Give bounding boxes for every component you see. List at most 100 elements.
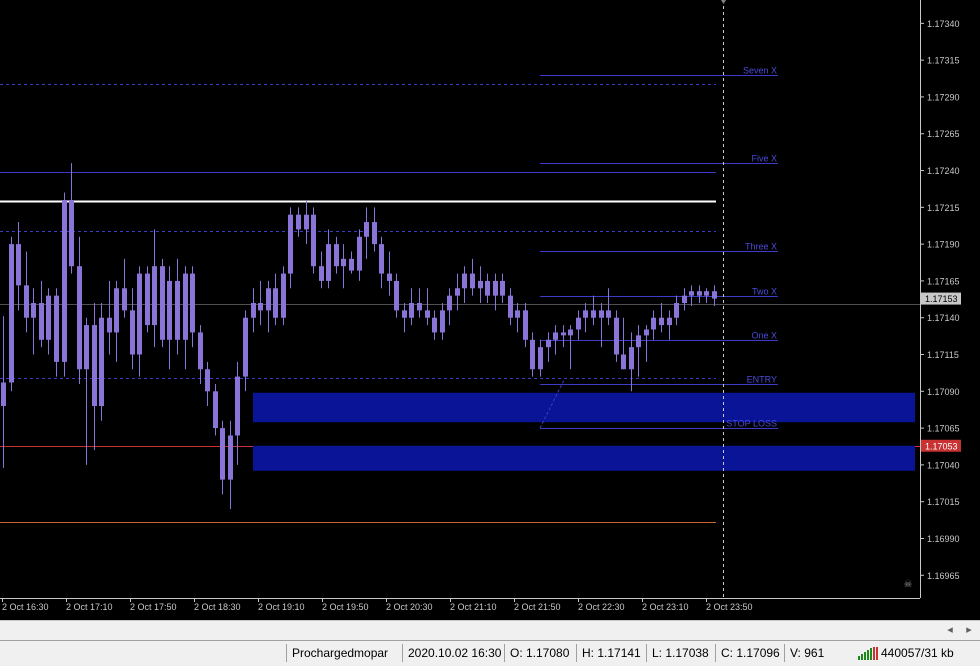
candle-body — [122, 288, 127, 311]
candle-body — [682, 295, 687, 303]
candle-body — [266, 288, 271, 311]
candle-body — [326, 244, 331, 281]
candle-body — [387, 273, 392, 281]
status-open: O: 1.17080 — [504, 644, 576, 662]
candle-body — [152, 266, 157, 326]
zone-rect[interactable] — [253, 392, 915, 423]
candle-body — [175, 280, 180, 340]
status-profile: Prochargedmopar — [286, 644, 402, 662]
price-tick-label: 1.17290 — [927, 92, 960, 102]
candle-body — [508, 295, 513, 318]
candle-body — [334, 244, 339, 267]
candle-body — [357, 236, 362, 271]
candle-body — [62, 199, 67, 362]
price-tick-label: 1.17190 — [927, 240, 960, 250]
candle-body — [130, 310, 135, 355]
candle-body — [515, 310, 520, 318]
time-tick-label: 2 Oct 16:30 — [2, 602, 49, 612]
candle-body — [198, 332, 203, 370]
candle-body — [591, 310, 596, 318]
price-tick-label: 1.17115 — [927, 350, 959, 360]
candle-body — [644, 329, 649, 336]
candle-body — [251, 303, 256, 318]
candle-body — [485, 280, 490, 296]
time-tick-label: 2 Oct 20:30 — [386, 602, 433, 612]
candle-body — [561, 332, 566, 336]
candle-body — [576, 317, 581, 330]
candle-body — [137, 273, 142, 355]
status-high: H: 1.17141 — [576, 644, 646, 662]
candle-body — [500, 280, 505, 296]
candle-body — [697, 291, 702, 296]
time-tick-label: 2 Oct 21:10 — [450, 602, 497, 612]
candle-body — [712, 291, 717, 299]
candle-body — [84, 325, 89, 370]
status-traffic: 440057/31 kb — [881, 646, 954, 660]
horizontal-scrollbar[interactable]: ◂ ▸ — [0, 620, 980, 640]
target-level-label: ENTRY — [747, 375, 777, 385]
candle-body — [470, 273, 475, 289]
price-tick-label: 1.17265 — [927, 129, 960, 139]
candle-body — [288, 214, 293, 274]
candle-body — [478, 280, 483, 289]
candle-body — [409, 303, 414, 318]
candle-body — [190, 273, 195, 333]
price-chart[interactable]: Seven X Five X Three X Two X One X ENTRY STOP … — [0, 0, 980, 620]
candle-body — [553, 332, 558, 340]
candle-body — [69, 199, 74, 267]
candle-body — [689, 291, 694, 296]
price-tick-label: 1.17315 — [927, 56, 960, 66]
target-level-label: One X — [751, 331, 777, 341]
candle-body — [432, 317, 437, 333]
candle-body — [394, 280, 399, 311]
candle-body — [9, 244, 14, 383]
candle-body — [614, 317, 619, 355]
zone-rect[interactable] — [253, 445, 915, 471]
candle-body — [235, 376, 240, 436]
candle-body — [379, 244, 384, 274]
candle-body — [39, 303, 44, 340]
candle-body — [243, 317, 248, 377]
target-level-label: Five X — [751, 154, 777, 164]
price-tick-label: 1.17140 — [927, 313, 960, 323]
candle-body — [538, 347, 543, 370]
candle-body — [568, 329, 573, 336]
candle-body — [228, 435, 233, 480]
candle-body — [304, 214, 309, 230]
skull-icon: ☠ — [904, 579, 913, 590]
candle-body — [205, 369, 210, 392]
candle-body — [493, 280, 498, 296]
target-level-label: Three X — [745, 242, 777, 252]
price-tick-label: 1.17215 — [927, 203, 960, 213]
status-volume: V: 961 — [784, 644, 846, 662]
time-tick-label: 2 Oct 18:30 — [194, 602, 241, 612]
candle-body — [145, 273, 150, 326]
candle-body — [258, 303, 263, 311]
candle-body — [462, 273, 467, 289]
candle-body — [54, 295, 59, 362]
candle-body — [114, 288, 119, 333]
candle-body — [651, 317, 656, 330]
scroll-left-icon[interactable]: ◂ — [943, 623, 957, 637]
candle-body — [341, 258, 346, 267]
candle-body — [1, 382, 6, 407]
candle-body — [281, 273, 286, 318]
candle-body — [583, 310, 588, 318]
candle-body — [107, 317, 112, 333]
candle-body — [417, 303, 422, 311]
scroll-right-icon[interactable]: ▸ — [962, 623, 976, 637]
candle-body — [46, 295, 51, 340]
candle-body — [92, 325, 97, 407]
time-tick-label: 2 Oct 19:50 — [322, 602, 369, 612]
candle-body — [99, 317, 104, 407]
target-level-label: Seven X — [743, 66, 777, 76]
candle-body — [160, 266, 165, 340]
candle-body — [31, 303, 36, 318]
price-tick-label: 1.17065 — [927, 424, 960, 434]
candle-body — [440, 310, 445, 333]
candle-body — [621, 354, 626, 370]
time-tick-label: 2 Oct 23:50 — [706, 602, 753, 612]
candle-body — [546, 339, 551, 348]
candle-body — [220, 428, 225, 480]
candle-body — [447, 295, 452, 311]
